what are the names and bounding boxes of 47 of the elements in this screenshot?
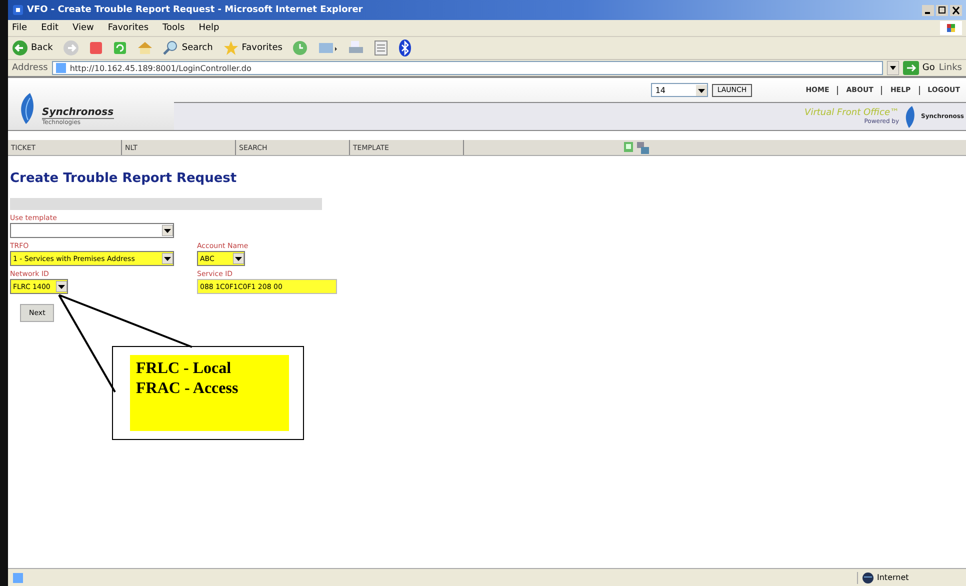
address-field[interactable]: http://10.162.45.189:8001/LoginController.do [52,61,884,75]
windows-flag-icon [940,21,962,35]
brand-name: Synchronoss [42,107,114,118]
dropdown-arrow-icon [162,253,173,264]
window-title: VFO - Create Trouble Report Request - Microsoft Internet Explorer [27,5,363,15]
globe-icon [862,572,874,584]
sail-logo-icon [903,104,918,128]
callout-text: FRAC - Access [136,379,240,399]
favorites-button[interactable]: Favorites [222,40,282,56]
edit-page-icon[interactable] [624,142,634,152]
search-button[interactable]: Search [162,40,213,56]
menu-item[interactable]: Edit [41,23,58,33]
home-icon[interactable] [136,41,153,55]
ie-logo-icon [12,4,24,16]
dropdown-arrow-icon [56,281,67,292]
printer-icon[interactable] [348,40,364,56]
refresh-icon[interactable] [112,41,127,55]
page-icon [12,572,24,584]
maximize-icon[interactable] [936,4,948,16]
menu-item[interactable]: View [72,23,94,33]
menu-item[interactable]: File [12,23,28,33]
go-button[interactable]: Go [903,61,935,75]
menu-item[interactable]: Favorites [108,23,149,33]
windows-icon[interactable] [637,142,649,154]
back-button[interactable]: Back [12,40,53,56]
menu-item[interactable]: Help [198,23,220,33]
minimize-icon[interactable] [922,4,934,16]
dropdown-arrow-icon[interactable] [887,61,900,75]
document-icon[interactable] [374,40,388,56]
dropdown[interactable] [10,223,174,238]
menu-item[interactable]: Tools [162,23,185,33]
dropdown-arrow-icon [162,225,173,236]
page-heading: Create Trouble Report Request [10,171,238,186]
close-icon[interactable] [950,4,962,16]
zone-label: Internet [877,573,909,582]
number-select[interactable]: 14 [651,83,708,97]
magnifier-icon [162,40,179,56]
bluetooth-icon[interactable] [398,39,412,57]
address-label: Address [12,63,48,73]
callout-text: FRLC - Local [136,359,232,379]
history-icon[interactable] [292,40,308,56]
star-icon [222,40,239,56]
product-name: Virtual Front Office™ [804,108,900,118]
stop-icon[interactable] [88,41,103,55]
links-button[interactable]: Links [938,63,962,73]
dropdown-arrow-icon [233,253,244,264]
page-icon [54,62,67,74]
